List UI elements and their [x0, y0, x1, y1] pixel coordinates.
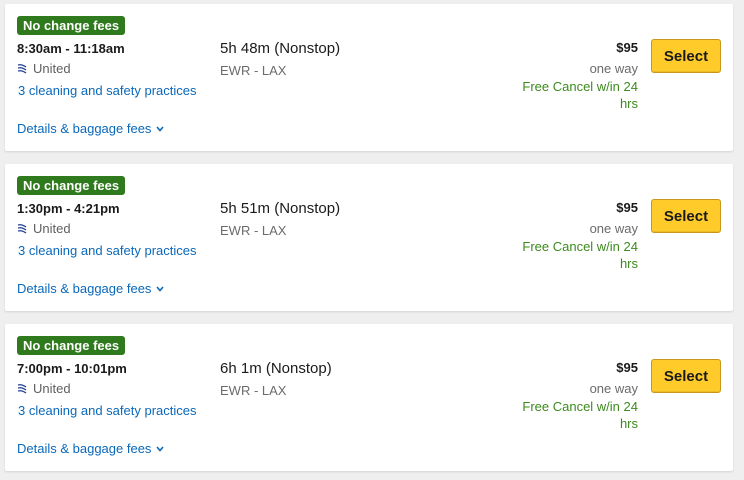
trip-type: one way	[589, 61, 638, 76]
flight-times: 8:30am - 11:18am	[17, 41, 125, 56]
united-logo-icon	[17, 223, 27, 234]
free-cancel-note: Free Cancel w/in 24 hrs	[522, 239, 638, 271]
select-button[interactable]: Select	[651, 39, 721, 73]
details-baggage-label: Details & baggage fees	[17, 121, 152, 136]
no-change-fees-badge: No change fees	[17, 336, 126, 355]
airline-info: United	[17, 61, 71, 76]
select-button[interactable]: Select	[651, 199, 721, 233]
chevron-down-icon	[156, 125, 165, 132]
flight-route: EWR - LAX	[220, 63, 287, 78]
united-logo-icon	[17, 383, 27, 394]
flight-duration: 5h 51m (Nonstop)	[220, 200, 341, 217]
no-change-fees-badge: No change fees	[17, 176, 126, 195]
flight-times: 7:00pm - 10:01pm	[17, 361, 127, 376]
flight-route: EWR - LAX	[220, 223, 287, 238]
trip-type: one way	[589, 381, 638, 396]
details-baggage-label: Details & baggage fees	[17, 281, 152, 296]
trip-type: one way	[589, 221, 638, 236]
flight-card: No change fees 7:00pm - 10:01pm United 3…	[5, 324, 733, 471]
details-baggage-link[interactable]: Details & baggage fees	[17, 281, 165, 296]
flight-card: No change fees 1:30pm - 4:21pm United 3 …	[5, 164, 733, 311]
flight-times: 1:30pm - 4:21pm	[17, 201, 120, 216]
details-baggage-link[interactable]: Details & baggage fees	[17, 121, 165, 136]
free-cancel-note: Free Cancel w/in 24 hrs	[522, 79, 638, 111]
airline-name: United	[33, 61, 71, 76]
flight-price: $95	[616, 360, 638, 375]
airline-info: United	[17, 381, 71, 396]
flight-card: No change fees 8:30am - 11:18am United 3…	[5, 4, 733, 151]
chevron-down-icon	[156, 285, 165, 292]
safety-practices-link[interactable]: 3 cleaning and safety practices	[18, 243, 197, 258]
flight-route: EWR - LAX	[220, 383, 287, 398]
flight-duration: 6h 1m (Nonstop)	[220, 360, 332, 377]
flight-duration: 5h 48m (Nonstop)	[220, 40, 341, 57]
airline-name: United	[33, 221, 71, 236]
details-baggage-link[interactable]: Details & baggage fees	[17, 441, 165, 456]
airline-info: United	[17, 221, 71, 236]
safety-practices-link[interactable]: 3 cleaning and safety practices	[18, 403, 197, 418]
flight-price: $95	[616, 40, 638, 55]
free-cancel-note: Free Cancel w/in 24 hrs	[522, 399, 638, 431]
safety-practices-link[interactable]: 3 cleaning and safety practices	[18, 83, 197, 98]
chevron-down-icon	[156, 445, 165, 452]
no-change-fees-badge: No change fees	[17, 16, 126, 35]
select-button[interactable]: Select	[651, 359, 721, 393]
flight-price: $95	[616, 200, 638, 215]
united-logo-icon	[17, 63, 27, 74]
details-baggage-label: Details & baggage fees	[17, 441, 152, 456]
airline-name: United	[33, 381, 71, 396]
